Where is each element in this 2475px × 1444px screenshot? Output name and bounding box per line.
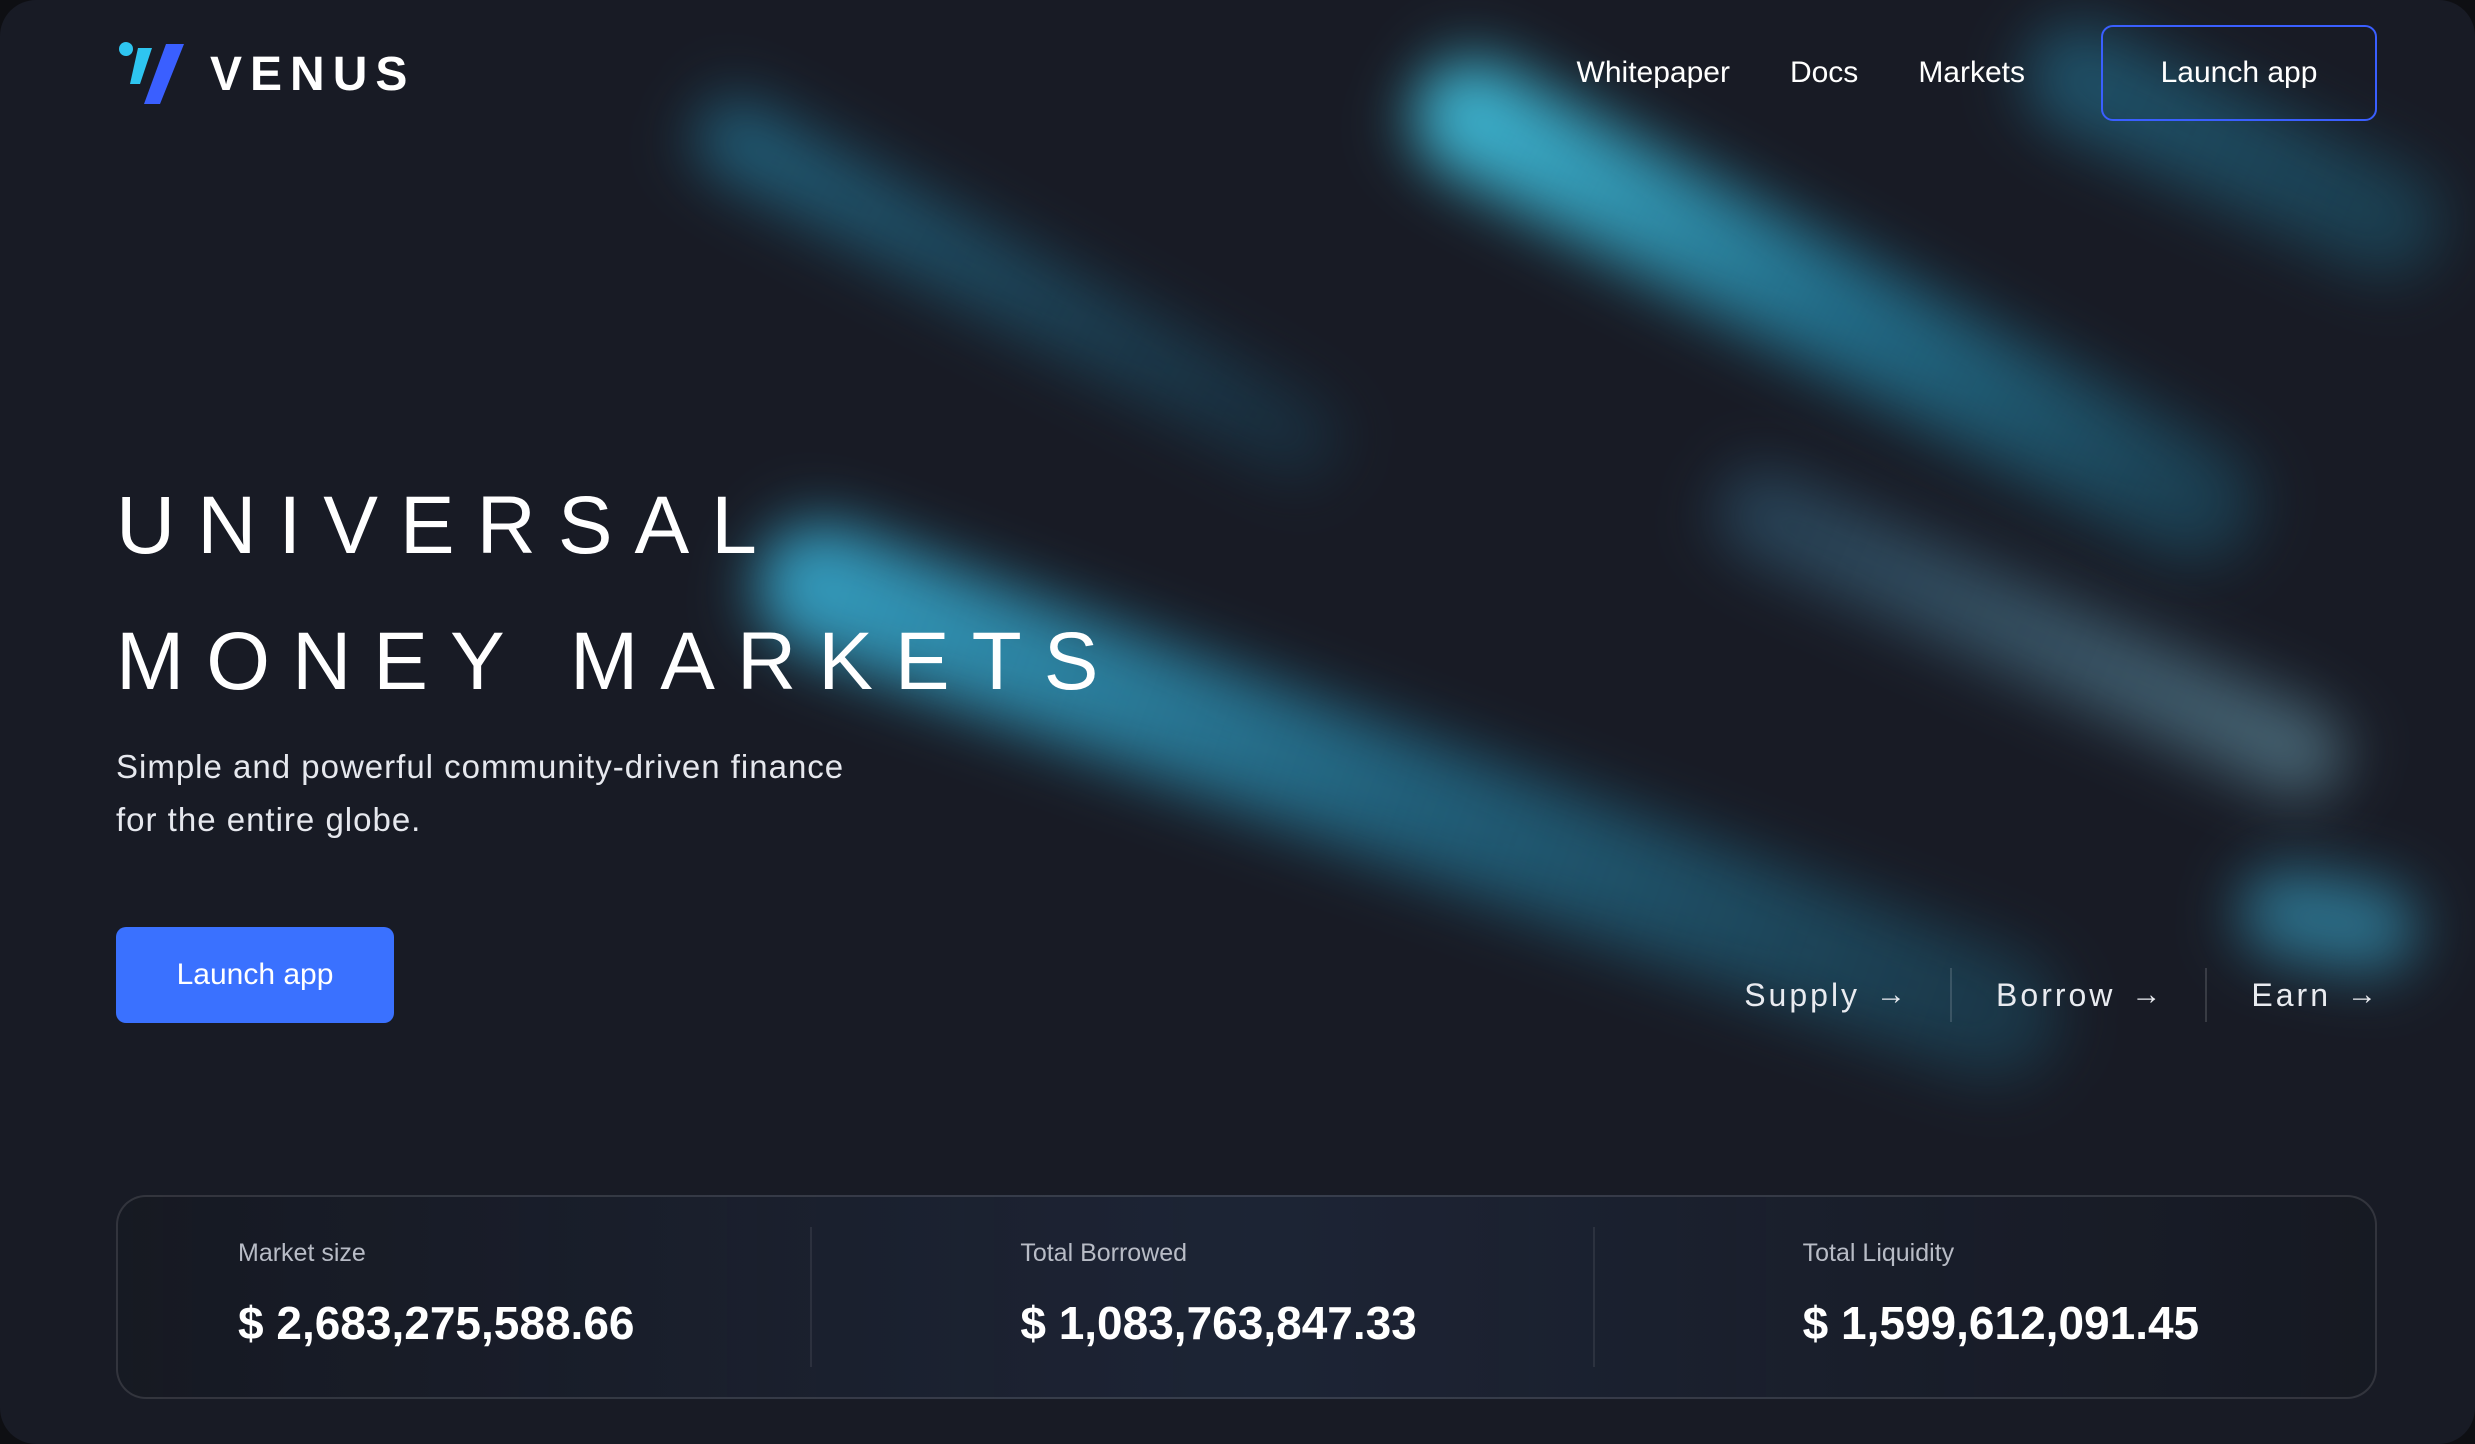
stat-label: Total Borrowed: [1020, 1239, 1188, 1267]
stat-label: Market size: [238, 1239, 366, 1267]
nav-link-whitepaper[interactable]: Whitepaper: [1577, 56, 1730, 90]
landing-page: VENUS Whitepaper Docs Markets Launch app…: [0, 0, 2475, 1444]
stat-market-size: Market size $ 2,683,275,588.66: [118, 1197, 810, 1397]
quick-link-label: Supply: [1744, 976, 1861, 1013]
nav-link-docs[interactable]: Docs: [1790, 56, 1858, 90]
hero-title: UNIVERSAL MONEY MARKETS: [116, 458, 1120, 730]
hero-subtitle-line-1: Simple and powerful community-driven fin…: [116, 748, 845, 785]
hero-title-line-1: UNIVERSAL: [116, 480, 779, 571]
arrow-right-icon: →: [1876, 978, 1907, 1011]
brand-logo[interactable]: VENUS: [116, 40, 415, 108]
background-glow-streak: [681, 84, 1355, 494]
launch-app-hero-button[interactable]: Launch app: [116, 927, 394, 1023]
hero-subtitle: Simple and powerful community-driven fin…: [116, 740, 1016, 846]
stat-value: $ 1,599,612,091.45: [1802, 1297, 2200, 1349]
quick-link-label: Earn: [2251, 976, 2331, 1013]
nav-link-markets[interactable]: Markets: [1918, 56, 2025, 90]
venus-logo-icon: [119, 42, 184, 104]
quick-link-borrow[interactable]: Borrow →: [1996, 977, 2161, 1014]
divider: [2205, 968, 2208, 1022]
market-stats-panel: Market size $ 2,683,275,588.66 Total Bor…: [116, 1195, 2377, 1399]
brand-name: VENUS: [210, 47, 416, 101]
hero-subtitle-line-2: for the entire globe.: [116, 801, 422, 838]
stat-total-borrowed: Total Borrowed $ 1,083,763,847.33: [810, 1197, 1592, 1397]
launch-app-header-button[interactable]: Launch app: [2101, 25, 2377, 121]
stat-value: $ 1,083,763,847.33: [1020, 1297, 1417, 1349]
background-glow-streak: [1701, 453, 2360, 813]
quick-link-label: Borrow: [1996, 976, 2116, 1013]
quick-link-supply[interactable]: Supply →: [1744, 977, 1906, 1014]
divider: [1950, 968, 1953, 1022]
stat-value: $ 2,683,275,588.66: [238, 1297, 635, 1349]
stat-label: Total Liquidity: [1802, 1239, 1955, 1267]
quick-link-earn[interactable]: Earn →: [2251, 977, 2377, 1014]
background-glow-streak: [2232, 860, 2426, 981]
divider: [1592, 1227, 1595, 1367]
stat-total-liquidity: Total Liquidity $ 1,599,612,091.45: [1592, 1197, 2375, 1397]
top-nav: Whitepaper Docs Markets Launch app: [1577, 25, 2377, 121]
arrow-right-icon: →: [2347, 978, 2377, 1011]
hero-title-line-2: MONEY MARKETS: [116, 616, 1121, 707]
quick-links: Supply → Borrow → Earn →: [1744, 968, 2377, 1022]
divider: [810, 1227, 813, 1367]
arrow-right-icon: →: [2131, 978, 2162, 1011]
